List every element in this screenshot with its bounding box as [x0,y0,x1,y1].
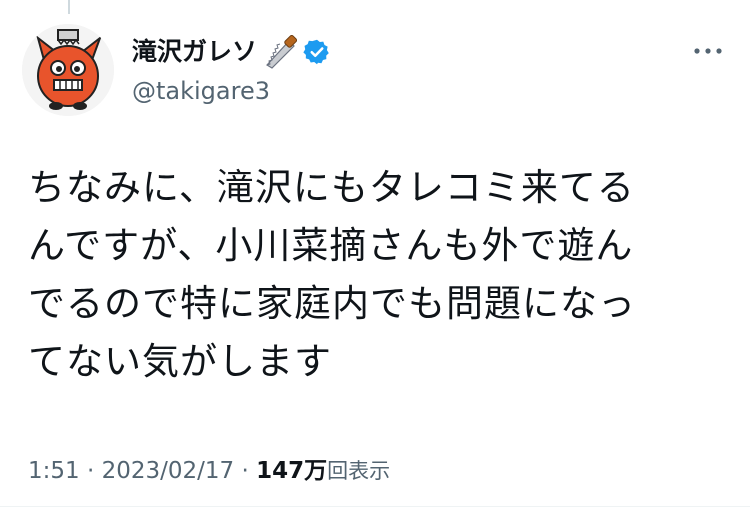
avatar-character-icon [22,24,114,116]
meta-separator: · [79,458,102,484]
more-horizontal-icon [694,48,722,54]
thread-connector-line [68,0,70,14]
tweet-meta: 1:51 · 2023/02/17 · 147万回表示 [28,454,390,488]
author-handle[interactable]: @takigare3 [132,76,270,106]
author-name-row[interactable]: 滝沢ガレソ [132,34,331,70]
avatar[interactable] [22,24,114,116]
verified-badge-icon[interactable] [303,38,331,66]
tweet-text: ちなみに、滝沢にもタレコミ来てる んですが、小川菜摘さんも外で遊ん でるので特に… [28,166,636,383]
tweet-date[interactable]: 2023/02/17 [102,458,235,484]
author-display-name[interactable]: 滝沢ガレソ [132,34,257,70]
tweet-time[interactable]: 1:51 [28,458,80,484]
more-options-button[interactable] [688,36,728,66]
views-label: 回表示 [327,459,391,483]
saw-icon [263,34,298,69]
views-count[interactable]: 147万 [256,458,327,484]
divider [0,506,750,507]
meta-separator-2: · [234,458,257,484]
